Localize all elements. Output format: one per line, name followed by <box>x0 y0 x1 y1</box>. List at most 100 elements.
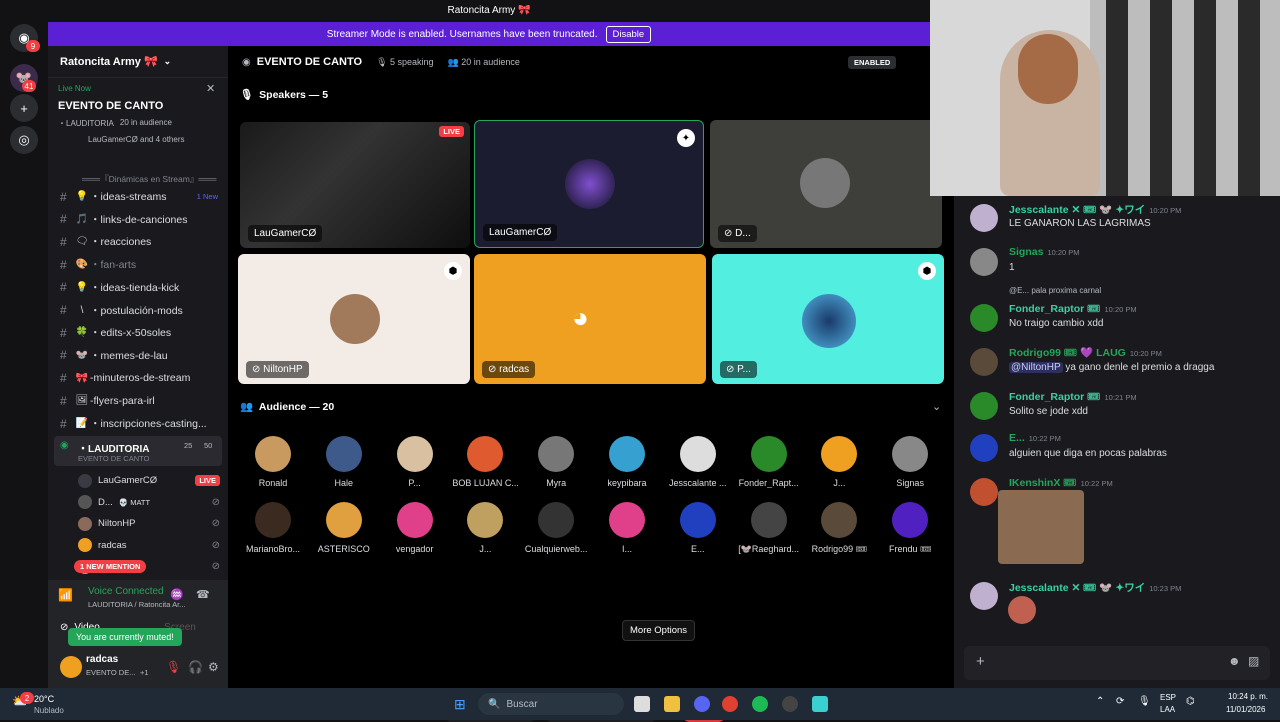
user-mention[interactable]: @NiltonHP <box>1009 362 1063 373</box>
message-author[interactable]: Fonder_Raptor 🎟 10:20 PM <box>1009 302 1137 315</box>
message-author[interactable]: E... 10:22 PM <box>1009 432 1061 444</box>
chat-message[interactable]: @E... pala proxima carnal Fonder_Raptor 🎟… <box>970 286 1270 332</box>
disable-streamer-button[interactable]: Disable <box>605 25 652 43</box>
wifi-icon[interactable]: ⌬ <box>1186 696 1195 707</box>
audience-member[interactable]: Jesscalante ... <box>665 436 731 488</box>
gear-icon[interactable]: ⚙ <box>208 660 219 674</box>
audience-member[interactable]: P... <box>382 436 448 488</box>
server-header[interactable]: Ratoncita Army 🎀 ⌄ <box>48 46 228 78</box>
audience-member[interactable]: Fonder_Rapt... <box>736 436 802 488</box>
audience-member[interactable]: J... <box>806 436 872 488</box>
mic-tray-icon[interactable]: 🎙 <box>1138 696 1151 707</box>
notepad-icon[interactable] <box>812 696 828 712</box>
audience-member[interactable]: BOB LUJAN C... <box>452 436 518 488</box>
avatar[interactable] <box>970 478 998 506</box>
message-author[interactable]: IKenshinX 🎟 10:22 PM <box>1009 476 1113 489</box>
reply-preview[interactable]: @E... pala proxima carnal <box>1009 286 1101 295</box>
speaker-tile-nilton[interactable]: ⬢ ⊘ NiltonHP <box>238 254 470 384</box>
channel-item[interactable]: # 💡 ・ideas-tienda-kick <box>48 277 228 298</box>
chrome-icon[interactable] <box>722 696 738 712</box>
sync-icon[interactable]: ⟳ <box>1116 696 1124 707</box>
new-mention-pill[interactable]: 1 NEW MENTION <box>74 560 147 573</box>
emoji-icon[interactable]: ☻ <box>1228 654 1241 668</box>
audience-member[interactable]: Frendu 🎟 <box>877 502 943 555</box>
voice-location[interactable]: LAUDITORIA / Ratoncita Ar... <box>88 600 185 609</box>
headphones-icon[interactable]: 🎧 <box>188 660 203 674</box>
speaker-tile-stream[interactable]: LIVE LauGamerCØ <box>240 122 470 248</box>
avatar[interactable] <box>970 248 998 276</box>
audience-member[interactable]: Signas <box>877 436 943 488</box>
voice-user[interactable]: D... 💀 MATT ⊘ <box>78 492 228 513</box>
avatar[interactable] <box>970 392 998 420</box>
audience-member[interactable]: Ronald <box>240 436 306 488</box>
message-author[interactable]: Jesscalante ✕ 🎟 🐭 ✦ワイ 10:23 PM <box>1009 580 1181 595</box>
voice-user[interactable]: NiltonHP ⊘ <box>78 513 228 534</box>
chat-message[interactable]: Jesscalante ✕ 🎟 🐭 ✦ワイ 10:20 PM LE GANARON … <box>970 202 1270 242</box>
chat-message[interactable]: Signas 10:20 PM 1 <box>970 246 1270 286</box>
avatar[interactable] <box>970 434 998 462</box>
message-author[interactable]: Fonder_Raptor 🎟 10:21 PM <box>1009 390 1137 403</box>
channel-item[interactable]: # 📝 ・inscripciones-casting... <box>48 413 228 434</box>
add-server-icon[interactable]: + <box>10 94 38 122</box>
chat-message[interactable]: Rodrigo99 🎟 💜 LAUG 10:20 PM @NiltonHP ya g… <box>970 346 1270 386</box>
channel-item[interactable]: # \ ・postulación-mods <box>48 300 228 321</box>
avatar[interactable] <box>970 304 998 332</box>
audience-member[interactable]: Cualquierweb... <box>523 502 589 554</box>
stage-channel[interactable]: ◉ ・LAUDITORIA EVENTO DE CANTO 25 50 <box>54 436 222 466</box>
chevron-down-icon[interactable]: ⌄ <box>932 400 941 413</box>
audience-member[interactable]: J... <box>452 502 518 554</box>
disconnect-icon[interactable]: ☎ <box>196 588 210 601</box>
channel-item[interactable]: # 💡 ・ideas-streams 1 New <box>48 186 228 207</box>
channel-item[interactable]: # 🎵 ・links-de-canciones <box>48 209 228 230</box>
chat-image-attachment[interactable] <box>998 490 1084 564</box>
close-icon[interactable]: ✕ <box>206 82 215 95</box>
voice-user[interactable]: P...1 NEW MENTION⊘ <box>74 556 228 577</box>
audience-member[interactable]: MarianoBro... <box>240 502 306 554</box>
noise-icon[interactable]: ♒ <box>170 588 184 601</box>
audience-member[interactable]: [🐭Raeghard... <box>736 502 802 555</box>
chat-message[interactable]: Fonder_Raptor 🎟 10:21 PM Solito se jode xd… <box>970 390 1270 430</box>
clock-time[interactable]: 10:24 p. m. <box>1228 692 1268 701</box>
speaker-tile-laugamer[interactable]: ✦ LauGamerCØ <box>474 120 704 248</box>
chevron-up-icon[interactable]: ⌃ <box>1096 696 1104 707</box>
audience-member[interactable]: vengador <box>382 502 448 554</box>
speaker-tile-d[interactable]: ⊘ D... <box>710 120 942 248</box>
avatar[interactable] <box>970 204 998 232</box>
speaker-tile-radcas[interactable]: ◕ ⊘ radcas <box>474 254 706 384</box>
obs-icon[interactable] <box>782 696 798 712</box>
audience-member[interactable]: I... <box>594 502 660 554</box>
audience-member[interactable]: Hale <box>311 436 377 488</box>
windows-start-icon[interactable]: ⊞ <box>454 696 466 713</box>
channel-item[interactable]: # 🗨 ・reacciones <box>48 231 228 252</box>
audience-member[interactable]: Myra <box>523 436 589 488</box>
avatar[interactable] <box>970 582 998 610</box>
message-author[interactable]: Jesscalante ✕ 🎟 🐭 ✦ワイ 10:20 PM <box>1009 202 1181 217</box>
file-explorer-icon[interactable] <box>664 696 680 712</box>
avatar[interactable] <box>60 656 82 678</box>
voice-user[interactable]: LauGamerCØ LIVE <box>78 470 228 491</box>
message-author[interactable]: Signas 10:20 PM <box>1009 246 1080 258</box>
chat-sticker[interactable] <box>1008 596 1036 624</box>
task-view-icon[interactable] <box>634 696 650 712</box>
explore-icon[interactable]: ◎ <box>10 126 38 154</box>
lang-label[interactable]: ESP <box>1160 693 1176 702</box>
audience-member[interactable]: Rodrigo99 🎟 <box>806 502 872 555</box>
chat-message[interactable]: E... 10:22 PM alguien que diga en pocas pa… <box>970 432 1270 472</box>
audience-member[interactable]: keypibara <box>594 436 660 488</box>
channel-item[interactable]: # 🎀 -minuteros-de-stream <box>48 368 228 389</box>
message-author[interactable]: Rodrigo99 🎟 💜 LAUG 10:20 PM <box>1009 346 1162 359</box>
channel-item[interactable]: # 🖼 -flyers-para-irl <box>48 390 228 411</box>
gif-icon[interactable]: ▨ <box>1248 654 1259 668</box>
add-attachment-icon[interactable]: + <box>976 653 985 670</box>
category-header[interactable]: ═══『Dinámicas en Stream』═══ <box>82 173 216 185</box>
chat-input[interactable]: + ☻ ▨ <box>964 646 1270 680</box>
taskbar-search[interactable]: 🔍 Buscar <box>478 693 624 715</box>
channel-item[interactable]: # 🐭 ・memes-de-lau <box>48 345 228 366</box>
audience-member[interactable]: ASTERISCO <box>311 502 377 554</box>
spotify-icon[interactable] <box>752 696 768 712</box>
avatar[interactable] <box>970 348 998 376</box>
channel-item[interactable]: # 🍀 ・edits-x-50soles <box>48 322 228 343</box>
event-title[interactable]: EVENTO DE CANTO <box>58 100 163 112</box>
channel-item[interactable]: # 🎨 ・fan-arts <box>48 254 228 275</box>
audience-member[interactable]: E... <box>665 502 731 554</box>
